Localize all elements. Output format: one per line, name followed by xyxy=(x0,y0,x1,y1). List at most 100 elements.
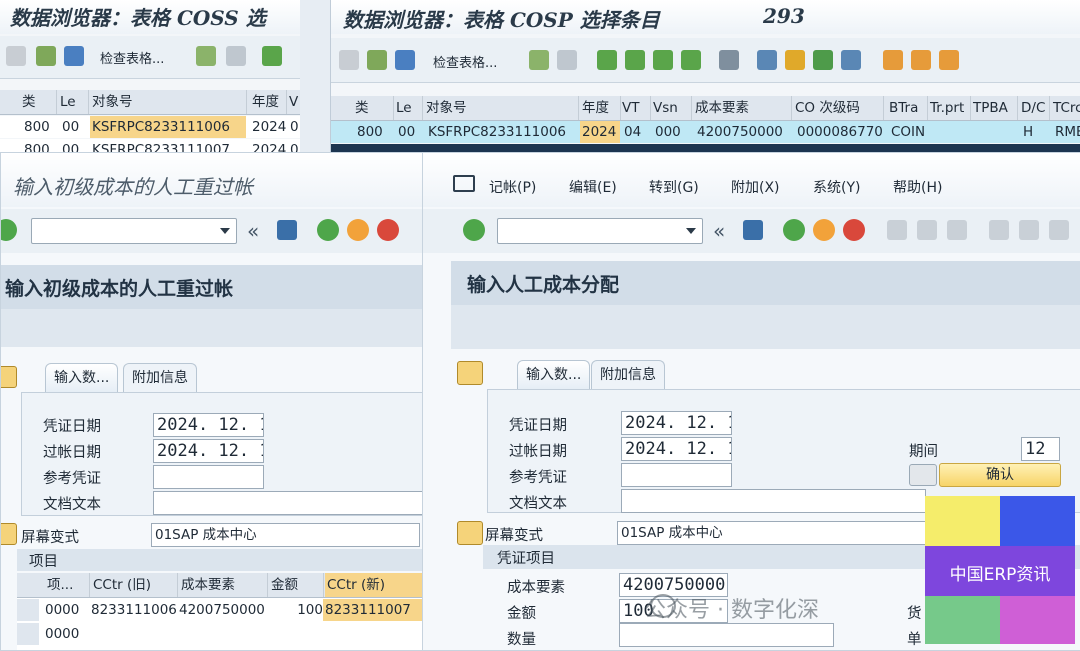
cell[interactable]: 0000 xyxy=(43,599,89,621)
download-icon[interactable] xyxy=(841,50,861,70)
right-period-field[interactable]: 12 xyxy=(1021,437,1060,461)
sort-arrows-icon[interactable] xyxy=(785,50,805,70)
check-table-icon[interactable] xyxy=(367,50,387,70)
left-post-date-field[interactable]: 2024. 12. 16 xyxy=(153,439,264,463)
right-doc-date-field[interactable]: 2024. 12. 16 xyxy=(621,411,732,435)
left-col-cctr-new[interactable]: CCtr (新) xyxy=(325,573,423,597)
glasses-icon[interactable] xyxy=(909,464,937,486)
coss-row-1[interactable]: 800 00 KSFRPC8233111006 2024 0 xyxy=(0,116,300,138)
prev-page-icon[interactable] xyxy=(557,50,577,70)
print-icon[interactable] xyxy=(887,220,907,240)
first-page-icon[interactable] xyxy=(989,220,1009,240)
command-field[interactable] xyxy=(497,218,703,244)
menu-post[interactable]: 记帐(P) xyxy=(489,177,536,197)
cell[interactable]: 8233111007 xyxy=(323,599,423,621)
row-selector[interactable] xyxy=(17,623,39,645)
enter-check-icon[interactable] xyxy=(1,219,17,241)
cosp-col-vsn[interactable]: Vsn xyxy=(651,96,692,120)
find-icon[interactable] xyxy=(917,220,937,240)
check-table-icon[interactable] xyxy=(36,46,56,66)
coss-col-ledger[interactable]: Le xyxy=(58,90,89,114)
right-tab-input[interactable]: 输入数... xyxy=(517,360,591,389)
cell[interactable]: 8233111006 xyxy=(89,599,179,621)
coss-col-v[interactable]: V xyxy=(287,90,300,114)
left-col-cost-element[interactable]: 成本要素 xyxy=(179,573,268,597)
first-page-icon[interactable] xyxy=(196,46,216,66)
cosp-col-year[interactable]: 年度 xyxy=(580,96,621,120)
left-tab-additional[interactable]: 附加信息 xyxy=(123,363,197,392)
exit-icon[interactable] xyxy=(347,219,369,241)
left-doc-date-field[interactable]: 2024. 12. 16 xyxy=(153,413,264,437)
refresh-icon[interactable] xyxy=(395,50,415,70)
left-col-item[interactable]: 项... xyxy=(45,573,90,597)
left-item-row-2[interactable]: 0000 xyxy=(17,623,423,645)
coss-check-table-button[interactable]: 检查表格... xyxy=(100,48,164,67)
filter-icon[interactable] xyxy=(653,50,673,70)
refresh-icon[interactable] xyxy=(64,46,84,66)
layout-icon[interactable] xyxy=(939,50,959,70)
confirm-button[interactable]: 确认 xyxy=(939,463,1061,487)
menu-edit[interactable]: 编辑(E) xyxy=(569,177,617,197)
left-tab-input[interactable]: 输入数... xyxy=(45,363,119,392)
enter-check-icon[interactable] xyxy=(463,219,485,241)
command-field[interactable] xyxy=(31,218,237,244)
subtotal-icon[interactable] xyxy=(719,50,739,70)
first-page-icon[interactable] xyxy=(529,50,549,70)
coss-col-type[interactable]: 类 xyxy=(20,90,57,114)
find-next-icon[interactable] xyxy=(947,220,967,240)
left-overview-icon[interactable] xyxy=(1,366,17,388)
cancel-icon[interactable] xyxy=(843,219,865,241)
sort-icon[interactable] xyxy=(262,46,282,66)
cosp-col-co-code[interactable]: CO 次级码 xyxy=(793,96,884,120)
glasses-icon[interactable] xyxy=(339,50,359,70)
menu-goto[interactable]: 转到(G) xyxy=(649,177,699,197)
coss-col-object[interactable]: 对象号 xyxy=(90,90,247,114)
left-col-amount[interactable]: 金额 xyxy=(269,573,324,597)
save-icon[interactable] xyxy=(743,220,763,240)
right-tab-additional[interactable]: 附加信息 xyxy=(591,360,665,389)
grid-icon[interactable] xyxy=(883,50,903,70)
cosp-col-trprt[interactable]: Tr.prt xyxy=(928,96,971,120)
cosp-col-cost-element[interactable]: 成本要素 xyxy=(693,96,792,120)
cosp-row-1[interactable]: 800 00 KSFRPC8233111006 2024 04 000 4200… xyxy=(331,121,1080,143)
left-screen-variant-icon[interactable] xyxy=(1,523,17,545)
row-selector[interactable] xyxy=(17,599,39,621)
cell[interactable]: 0000 xyxy=(43,623,89,645)
sort-desc-icon[interactable] xyxy=(625,50,645,70)
cosp-col-object[interactable]: 对象号 xyxy=(424,96,579,120)
left-col-cctr-old[interactable]: CCtr (旧) xyxy=(91,573,178,597)
cosp-col-tcrc[interactable]: TCrc xyxy=(1051,96,1080,120)
right-screen-variant-icon[interactable] xyxy=(457,521,483,545)
cosp-col-vt[interactable]: VT xyxy=(620,96,651,120)
menu-system[interactable]: 系统(Y) xyxy=(813,177,860,197)
cosp-col-type[interactable]: 类 xyxy=(353,96,394,120)
glasses-icon[interactable] xyxy=(6,46,26,66)
menu-window-icon[interactable] xyxy=(453,175,475,192)
left-screen-variant-field[interactable]: 01SAP 成本中心 xyxy=(151,523,420,547)
chevron-down-icon[interactable] xyxy=(220,228,230,234)
cosp-check-table-button[interactable]: 检查表格... xyxy=(433,52,497,71)
menu-extras[interactable]: 附加(X) xyxy=(731,177,780,197)
collapse-icon[interactable]: « xyxy=(713,219,725,243)
cancel-icon[interactable] xyxy=(377,219,399,241)
cell[interactable]: 100 xyxy=(267,599,323,621)
send-icon[interactable] xyxy=(813,50,833,70)
cell[interactable]: 4200750000 xyxy=(177,599,269,621)
left-item-row-1[interactable]: 0000 8233111006 4200750000 100 823311100… xyxy=(17,599,423,621)
left-ref-doc-field[interactable] xyxy=(153,465,264,489)
menu-help[interactable]: 帮助(H) xyxy=(893,177,942,197)
right-overview-icon[interactable] xyxy=(457,361,483,385)
next-page-icon[interactable] xyxy=(1049,220,1069,240)
right-screen-variant-field[interactable]: 01SAP 成本中心 xyxy=(617,521,932,545)
cosp-col-tpba[interactable]: TPBA xyxy=(971,96,1018,120)
prev-page-icon[interactable] xyxy=(226,46,246,66)
sort-asc-icon[interactable] xyxy=(597,50,617,70)
exit-icon[interactable] xyxy=(813,219,835,241)
sum-icon[interactable] xyxy=(681,50,701,70)
right-ref-doc-field[interactable] xyxy=(621,463,732,487)
cosp-col-dc[interactable]: D/C xyxy=(1019,96,1050,120)
collapse-icon[interactable]: « xyxy=(247,219,259,243)
chevron-down-icon[interactable] xyxy=(686,228,696,234)
cosp-col-ledger[interactable]: Le xyxy=(394,96,423,120)
export-icon[interactable] xyxy=(757,50,777,70)
